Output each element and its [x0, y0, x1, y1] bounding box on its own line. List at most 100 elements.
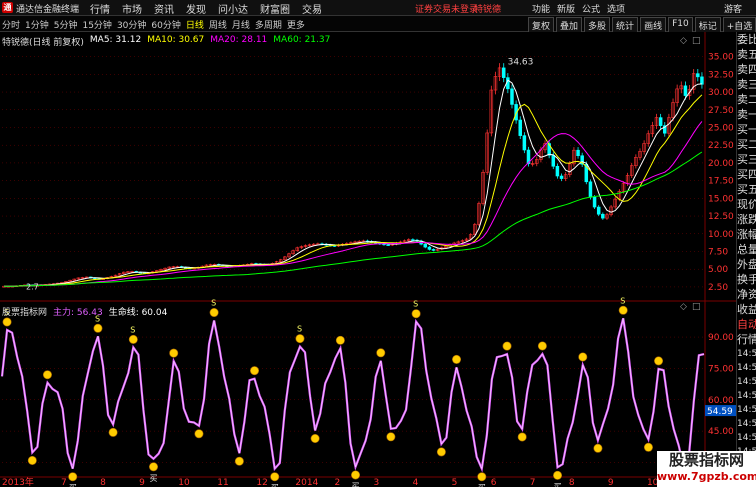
side-panel-item: 卖三	[737, 78, 756, 91]
candle-body	[518, 119, 522, 136]
time-axis-label: 2	[334, 478, 340, 487]
time-axis-label: 2013年	[2, 476, 34, 487]
candle-body	[700, 76, 704, 85]
buy-signal-label: 买	[150, 474, 158, 483]
candle-body	[411, 239, 415, 241]
signal-face-icon	[335, 335, 345, 345]
menu-item-options[interactable]: 选项	[607, 2, 625, 15]
ma20-label: MA20: 28.11	[210, 35, 268, 45]
price-tick-label: 20.00	[708, 159, 734, 169]
stock-chart[interactable]: 35.0032.5030.0027.5025.0022.5020.0017.50…	[0, 32, 736, 487]
current-stock-name: 特锐德	[474, 5, 502, 15]
signal-face-icon	[295, 334, 305, 344]
side-panel-item: 净资	[737, 288, 756, 301]
candle-body	[522, 135, 527, 151]
time-axis-label: 4	[413, 478, 419, 487]
app-title: 通达信金融终端	[16, 5, 80, 15]
menu-item-news[interactable]: 资讯	[154, 1, 174, 16]
candle-body	[683, 85, 688, 96]
sell-signal-label: S	[211, 299, 216, 308]
low-price-label: 2.7	[26, 282, 39, 291]
menu-item-wealth[interactable]: 财富圈	[260, 1, 290, 16]
menu-item-quotes[interactable]: 行情	[90, 1, 110, 16]
side-panel-item: 买三	[737, 153, 756, 166]
time-axis-label: 5	[452, 478, 458, 487]
time-axis-label: 12	[256, 478, 267, 487]
price-tick-label: 7.50	[708, 247, 728, 257]
guest-user[interactable]: 游客	[724, 2, 742, 15]
tick-time: 14:50	[737, 349, 756, 359]
maximize-icon: □	[692, 36, 701, 46]
menu-item-ask[interactable]: 问小达	[218, 1, 248, 16]
price-tick-label: 15.00	[708, 194, 734, 204]
auto-label[interactable]: 自动	[737, 317, 756, 332]
quotes-label[interactable]: 行情	[737, 332, 756, 347]
time-axis-label: 6	[491, 478, 497, 487]
indicator-settings-icon: ◇	[680, 302, 687, 312]
indicator-maximize-icon: □	[692, 302, 701, 312]
ma60-label: MA60: 21.37	[273, 35, 331, 45]
tab-intraday[interactable]: 分时	[2, 18, 20, 31]
tab-1min[interactable]: 1分钟	[25, 18, 49, 31]
tab-30min[interactable]: 30分钟	[117, 18, 146, 31]
signal-face-icon	[250, 366, 260, 376]
tab-monthly[interactable]: 月线	[232, 18, 250, 31]
signal-face-icon	[351, 470, 361, 480]
menu-item-trade[interactable]: 交易	[302, 1, 322, 16]
tab-daily[interactable]: 日线	[186, 18, 204, 31]
menu-item-market[interactable]: 市场	[122, 1, 142, 16]
candle-body	[423, 243, 428, 248]
signal-face-icon	[436, 447, 446, 457]
menu-item-discover[interactable]: 发现	[186, 1, 206, 16]
tab-weekly[interactable]: 周线	[209, 18, 227, 31]
signal-face-icon	[270, 472, 280, 482]
time-axis-label: 9	[139, 478, 145, 487]
candle-body	[551, 154, 556, 167]
signal-face-icon	[209, 308, 219, 318]
signal-face-icon	[386, 432, 396, 442]
side-panel-item: 卖五	[737, 48, 756, 61]
tab-multi-period[interactable]: 多周期	[255, 18, 282, 31]
candle-body	[431, 249, 436, 251]
time-axis-label: 11	[217, 478, 228, 487]
menu-item-function[interactable]: 功能	[532, 2, 550, 15]
watermark-url: www.7gpzb.com	[657, 470, 756, 483]
tab-15min[interactable]: 15分钟	[82, 18, 111, 31]
signal-face-icon	[502, 341, 512, 351]
candle-body	[501, 67, 506, 78]
app-logo-icon: 通	[2, 2, 13, 13]
main-force-label: 主力: 56.43	[53, 308, 103, 318]
candle-body	[601, 213, 605, 219]
candle-body	[559, 175, 564, 179]
candle-body	[696, 73, 700, 78]
buy-signal-label: 买	[352, 482, 360, 487]
side-panel-item: 卖四	[737, 63, 756, 76]
signal-face-icon	[411, 309, 421, 319]
time-axis-label: 7	[530, 478, 536, 487]
side-panel-item: 买五	[737, 183, 756, 196]
sell-signal-label: S	[130, 325, 135, 334]
signal-face-icon	[578, 352, 588, 362]
signal-face-icon	[27, 455, 37, 465]
tab-60min[interactable]: 60分钟	[151, 18, 180, 31]
signal-face-icon	[68, 472, 78, 482]
signal-face-icon	[310, 434, 320, 444]
tick-time: 14:50	[737, 377, 756, 387]
price-tick-label: 27.50	[708, 106, 734, 116]
indicator-tick-label: 75.00	[708, 364, 734, 374]
menu-item-new-version[interactable]: 新版	[557, 2, 575, 15]
signal-face-icon	[234, 456, 244, 466]
time-axis-label: 3	[374, 478, 380, 487]
right-menu: 功能 新版 公式 选项	[532, 2, 632, 15]
tab-5min[interactable]: 5分钟	[54, 18, 78, 31]
login-status[interactable]: 证券交易未登录	[415, 2, 478, 15]
time-axis-label: 2014	[295, 478, 318, 487]
side-panel-item: 卖一	[737, 108, 756, 121]
signal-face-icon	[42, 370, 52, 380]
price-tick-label: 12.50	[708, 212, 734, 222]
current-value-label: 54.59	[707, 407, 733, 417]
signal-face-icon	[593, 443, 603, 453]
menu-item-formula[interactable]: 公式	[582, 2, 600, 15]
tick-time: 14:50	[737, 363, 756, 373]
tab-more[interactable]: 更多	[287, 18, 305, 31]
